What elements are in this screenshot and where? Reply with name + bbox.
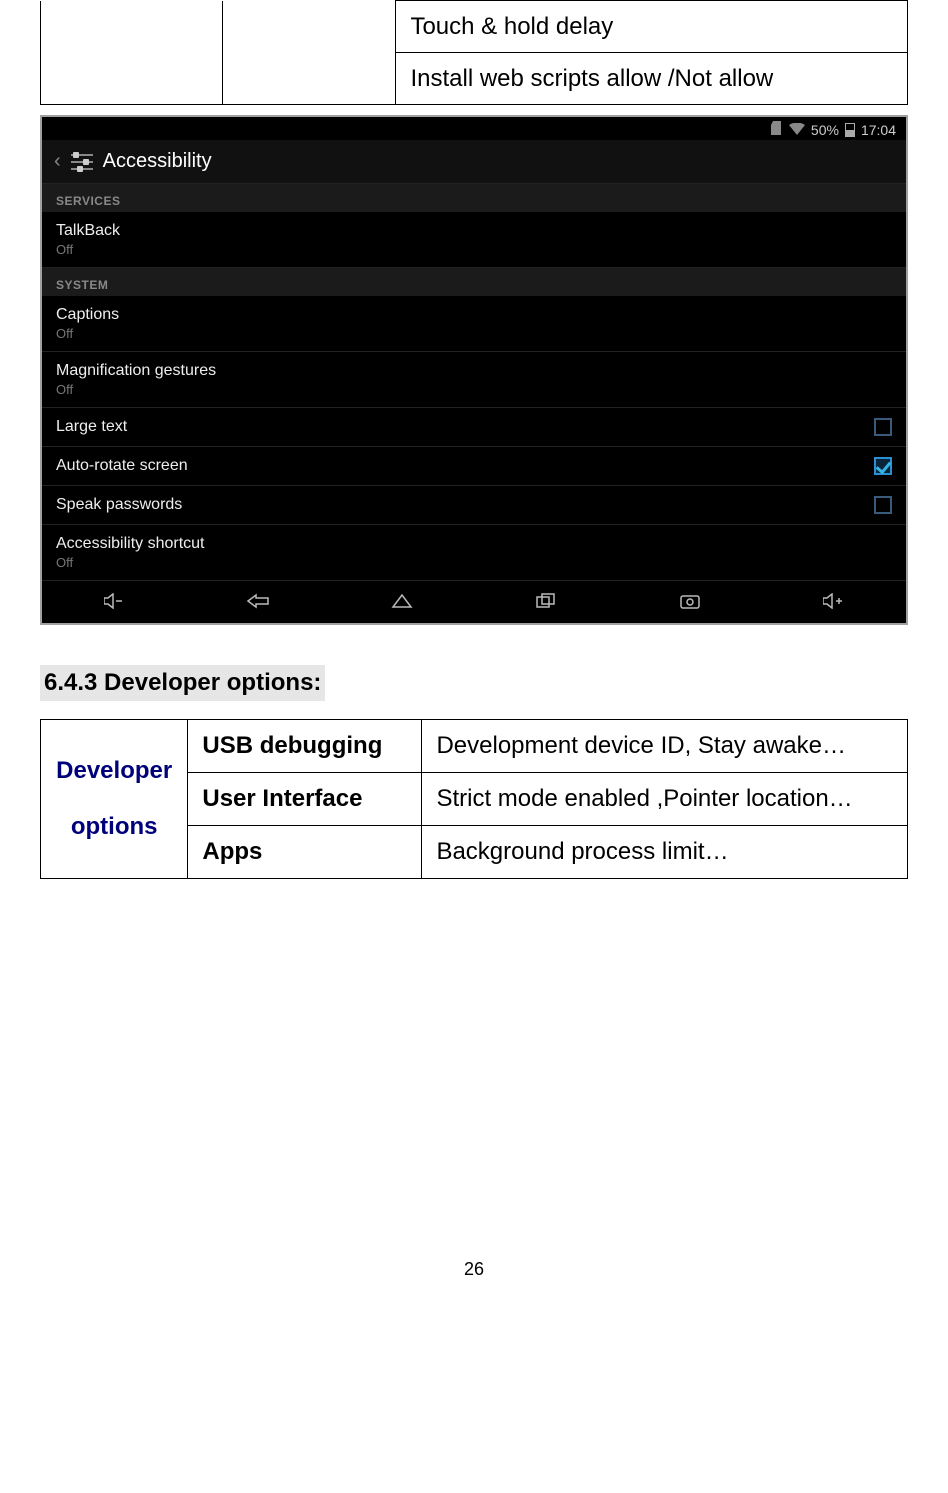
home-button-icon[interactable] bbox=[388, 591, 416, 611]
top-table-row1: Touch & hold delay bbox=[396, 1, 908, 53]
back-button-icon[interactable] bbox=[244, 591, 272, 611]
screenshot-icon[interactable] bbox=[676, 591, 704, 611]
section-header-services: SERVICES bbox=[42, 184, 906, 212]
volume-up-icon[interactable] bbox=[820, 591, 848, 611]
item-captions[interactable]: Captions Off bbox=[42, 296, 906, 352]
dev-row1-mid: User Interface bbox=[188, 773, 422, 826]
item-label: Captions bbox=[56, 306, 119, 324]
item-talkback[interactable]: TalkBack Off bbox=[42, 212, 906, 268]
dev-row2-mid: Apps bbox=[188, 826, 422, 879]
section-header-system: SYSTEM bbox=[42, 268, 906, 296]
checkbox-speak-passwords[interactable] bbox=[874, 496, 892, 514]
item-magnification-gestures[interactable]: Magnification gestures Off bbox=[42, 352, 906, 408]
status-time: 17:04 bbox=[861, 122, 896, 138]
battery-icon bbox=[845, 123, 855, 137]
dev-row0-right: Development device ID, Stay awake… bbox=[422, 720, 908, 773]
developer-options-table: Developer options USB debugging Developm… bbox=[40, 719, 908, 879]
item-label: Large text bbox=[56, 418, 127, 436]
item-status: Off bbox=[56, 555, 205, 570]
item-speak-passwords[interactable]: Speak passwords bbox=[42, 486, 906, 525]
item-status: Off bbox=[56, 242, 120, 257]
volume-down-icon[interactable] bbox=[100, 591, 128, 611]
dev-left-line1: Developer bbox=[56, 757, 172, 784]
item-large-text[interactable]: Large text bbox=[42, 408, 906, 447]
top-partial-table: Touch & hold delay Install web scripts a… bbox=[40, 0, 908, 105]
top-table-col1-empty bbox=[41, 1, 223, 105]
item-status: Off bbox=[56, 326, 119, 341]
status-bar: 50% 17:04 bbox=[42, 117, 906, 140]
accessibility-list: SERVICES TalkBack Off SYSTEM Captions Of… bbox=[42, 184, 906, 580]
section-heading-developer-options: 6.4.3 Developer options: bbox=[40, 665, 325, 701]
top-table-col2-empty bbox=[223, 1, 396, 105]
sd-card-icon bbox=[771, 121, 783, 138]
title-bar[interactable]: ‹ Accessibility bbox=[42, 140, 906, 184]
dev-left-line2: options bbox=[71, 813, 158, 840]
android-screenshot: 50% 17:04 ‹ Accessibility SERVICES TalkB… bbox=[40, 115, 908, 625]
navigation-bar bbox=[42, 580, 906, 623]
item-label: Magnification gestures bbox=[56, 362, 216, 380]
top-table-row2: Install web scripts allow /Not allow bbox=[396, 53, 908, 105]
dev-row0-mid: USB debugging bbox=[188, 720, 422, 773]
item-auto-rotate[interactable]: Auto-rotate screen bbox=[42, 447, 906, 486]
page-number: 26 bbox=[40, 1259, 908, 1300]
item-status: Off bbox=[56, 382, 216, 397]
screen-title: Accessibility bbox=[103, 150, 212, 173]
checkbox-auto-rotate[interactable] bbox=[874, 457, 892, 475]
battery-text: 50% bbox=[811, 122, 839, 138]
item-label: TalkBack bbox=[56, 222, 120, 240]
item-label: Auto-rotate screen bbox=[56, 457, 188, 475]
settings-sliders-icon bbox=[71, 152, 93, 172]
item-label: Speak passwords bbox=[56, 496, 182, 514]
wifi-icon bbox=[789, 122, 805, 138]
item-accessibility-shortcut[interactable]: Accessibility shortcut Off bbox=[42, 525, 906, 580]
back-chevron-icon[interactable]: ‹ bbox=[54, 150, 61, 173]
dev-table-left-label: Developer options bbox=[41, 720, 188, 879]
checkbox-large-text[interactable] bbox=[874, 418, 892, 436]
dev-row1-right: Strict mode enabled ,Pointer location… bbox=[422, 773, 908, 826]
item-label: Accessibility shortcut bbox=[56, 535, 205, 553]
dev-row2-right: Background process limit… bbox=[422, 826, 908, 879]
recent-apps-icon[interactable] bbox=[532, 591, 560, 611]
